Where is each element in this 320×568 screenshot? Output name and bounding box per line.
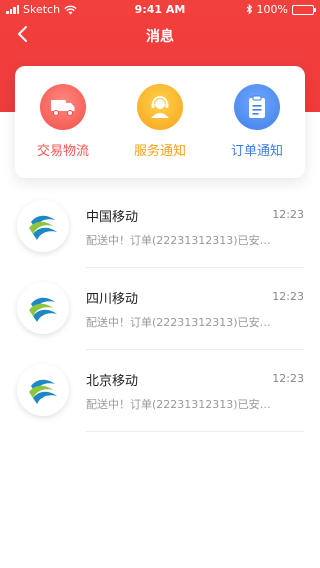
list-item[interactable]: 北京移动 12:23 配送中！订单(22231312313)已安排......: [0, 350, 320, 432]
category-card: 交易物流 服务通知 订单通知: [15, 66, 305, 178]
page-title: 消息: [146, 29, 174, 45]
category-logistics[interactable]: 交易物流: [23, 84, 103, 159]
china-mobile-logo-icon: [29, 297, 57, 322]
category-label: 订单通知: [230, 144, 283, 159]
message-time: 12:23: [272, 372, 304, 385]
avatar: [17, 282, 69, 334]
clipboard-icon: [234, 84, 280, 130]
message-preview: 配送中！订单(22231312313)已安排......: [86, 316, 276, 329]
message-preview: 配送中！订单(22231312313)已安排......: [86, 234, 276, 247]
battery-icon: [292, 4, 316, 15]
china-mobile-logo-icon: [29, 215, 57, 240]
battery-percent: 100%: [256, 3, 288, 16]
category-label: 服务通知: [133, 144, 186, 159]
message-list: 中国移动 12:23 配送中！订单(22231312313)已安排...... …: [0, 186, 320, 432]
message-sender: 北京移动: [86, 374, 139, 389]
category-label: 交易物流: [36, 144, 89, 159]
list-item[interactable]: 中国移动 12:23 配送中！订单(22231312313)已安排......: [0, 186, 320, 268]
support-agent-icon: [137, 84, 183, 130]
message-sender: 中国移动: [86, 210, 139, 225]
message-time: 12:23: [272, 290, 304, 303]
truck-icon: [40, 84, 86, 130]
message-time: 12:23: [272, 208, 304, 221]
message-preview: 配送中！订单(22231312313)已安排......: [86, 398, 276, 411]
avatar: [17, 364, 69, 416]
category-order[interactable]: 订单通知: [217, 84, 297, 159]
china-mobile-logo-icon: [29, 379, 57, 404]
status-right: 100%: [246, 3, 316, 16]
avatar: [17, 200, 69, 252]
divider: [86, 431, 304, 432]
bluetooth-icon: [246, 4, 252, 15]
category-service[interactable]: 服务通知: [120, 84, 200, 159]
list-item[interactable]: 四川移动 12:23 配送中！订单(22231312313)已安排......: [0, 268, 320, 350]
message-sender: 四川移动: [86, 292, 139, 307]
status-bar: Sketch 9:41 AM 100%: [0, 0, 320, 20]
